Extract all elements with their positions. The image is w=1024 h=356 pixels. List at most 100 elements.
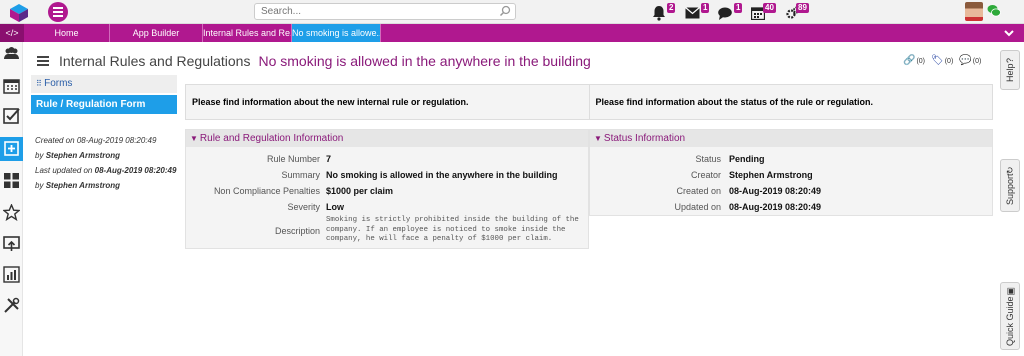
field-label: Created on	[676, 186, 721, 196]
icon-sidebar	[0, 42, 23, 356]
grid-small-icon: ⠿	[36, 79, 45, 88]
by-label: by	[35, 151, 44, 160]
notification-count: 1	[701, 3, 710, 13]
quick-guide-tab[interactable]: Quick Guide ▣	[1000, 282, 1020, 350]
page-title-bar: Internal Rules and Regulations No smokin…	[37, 51, 591, 71]
link-icon: 🔗	[903, 55, 916, 66]
updated-label: Last updated on	[35, 166, 93, 175]
form-item-rule-regulation[interactable]: Rule / Regulation Form	[31, 95, 177, 114]
status-section-title: Status Information	[603, 133, 686, 144]
help-tab[interactable]: Help ?	[1000, 50, 1020, 90]
tab-rule-record[interactable]: No smoking is allowe...	[292, 24, 381, 42]
rule-section-title: Rule and Regulation Information	[199, 133, 344, 144]
star-icon[interactable]	[3, 204, 20, 221]
notification-calendar[interactable]: 40	[751, 3, 781, 21]
notification-count: 89	[796, 3, 809, 13]
tags-count: (0)	[944, 58, 954, 65]
code-icon[interactable]: </>	[0, 24, 24, 42]
field-label: Status	[695, 154, 721, 164]
record-meta: Created on 08-Aug-2019 08:20:49 by Steph…	[35, 133, 176, 193]
created-on-value: 08-Aug-2019 08:20:49	[729, 186, 822, 196]
comments-count: (0)	[972, 58, 982, 65]
upload-screen-icon[interactable]	[3, 236, 20, 253]
forms-panel: ⠿ Forms Rule / Regulation Form	[31, 75, 177, 114]
app-logo-icon[interactable]	[9, 3, 29, 23]
notice-left: Please find information about the new in…	[192, 97, 469, 107]
rule-section-header[interactable]: ▼ Rule and Regulation Information	[186, 130, 588, 147]
notification-count: 1	[734, 3, 743, 13]
links-count: (0)	[916, 58, 926, 65]
tab-internal-rules[interactable]: Internal Rules and Re...	[203, 24, 292, 42]
collapse-triangle-icon: ▼	[594, 134, 602, 143]
envelope-icon	[685, 7, 700, 19]
support-tab[interactable]: Support ↻	[1000, 159, 1020, 212]
help-tab-label: Help	[1005, 63, 1015, 82]
sidebar-item-create[interactable]	[0, 137, 23, 161]
page-title: Internal Rules and Regulations	[59, 53, 251, 69]
rule-number-value: 7	[326, 154, 332, 164]
field-label: Severity	[287, 202, 320, 212]
users-icon[interactable]	[3, 45, 20, 62]
notice-right: Please find information about the status…	[588, 85, 993, 119]
created-label: Created on	[35, 136, 75, 145]
calendar-icon[interactable]	[3, 77, 20, 94]
info-notice: Please find information about the new in…	[185, 84, 993, 120]
plus-square-icon	[4, 141, 19, 156]
summary-value: No smoking is allowed in the anywhere in…	[326, 170, 558, 180]
right-side-tabs: Help ? Support ↻ Quick Guide ▣	[1000, 42, 1024, 356]
hamburger-menu-icon[interactable]	[37, 56, 49, 66]
bar-chart-icon[interactable]	[3, 266, 20, 283]
field-label: Updated on	[674, 202, 721, 212]
record-title: No smoking is allowed in the anywhere in…	[258, 53, 591, 69]
notification-chat[interactable]: 1	[718, 3, 746, 21]
grid-icon[interactable]	[3, 172, 20, 189]
tabs-bar: </> Home App Builder Internal Rules and …	[0, 24, 1024, 42]
tab-home[interactable]: Home	[24, 24, 110, 42]
status-value: Pending	[729, 154, 765, 164]
updated-on-value: 08-Aug-2019 08:20:49	[729, 202, 822, 212]
created-by: Stephen Armstrong	[45, 151, 121, 160]
updated-by: Stephen Armstrong	[45, 181, 121, 190]
search-input[interactable]	[254, 3, 516, 20]
search-icon[interactable]	[499, 5, 511, 17]
bell-icon	[653, 6, 665, 21]
comment-icon: 💬	[959, 55, 972, 66]
user-avatar[interactable]	[965, 2, 983, 21]
forms-header[interactable]: ⠿ Forms	[31, 75, 177, 93]
field-label: Description	[274, 226, 320, 236]
notification-bell[interactable]: 2	[652, 3, 680, 21]
comments-action[interactable]: 💬(0)	[959, 55, 981, 66]
notification-tasks[interactable]: 89	[786, 3, 816, 21]
tools-icon[interactable]	[3, 297, 20, 314]
notification-count: 2	[667, 3, 676, 13]
collapse-triangle-icon: ▼	[190, 134, 198, 143]
field-label: Creator	[690, 170, 721, 180]
chevron-down-icon[interactable]	[1003, 27, 1015, 39]
top-bar: 2 1 1 40 89	[0, 0, 1024, 24]
creator-value: Stephen Armstrong	[729, 170, 813, 180]
field-label: Rule Number	[266, 154, 320, 164]
quick-guide-tab-label: Quick Guide	[1005, 296, 1015, 346]
updated-date: 08-Aug-2019 08:20:49	[94, 166, 177, 175]
record-actions: 🔗(0) 🏷(0) 💬(0)	[903, 55, 981, 66]
chat-bubble-icon	[718, 7, 732, 20]
tags-action[interactable]: 🏷(0)	[931, 55, 953, 66]
links-action[interactable]: 🔗(0)	[903, 55, 925, 66]
tab-app-builder[interactable]: App Builder	[110, 24, 203, 42]
forms-header-label: Forms	[44, 78, 73, 89]
tags-icon: 🏷	[931, 55, 944, 66]
main-menu-button[interactable]	[48, 2, 68, 22]
penalties-value: $1000 per claim	[326, 186, 394, 196]
chat-icon[interactable]	[987, 4, 1001, 18]
notification-mail[interactable]: 1	[685, 3, 713, 21]
rule-info-section: ▼ Rule and Regulation Information Rule Nu…	[185, 129, 589, 249]
support-tab-label: Support	[1005, 173, 1015, 206]
by-label: by	[35, 181, 44, 190]
notification-count: 40	[763, 3, 776, 13]
field-label: Non Compliance Penalties	[213, 186, 320, 196]
checkbox-icon[interactable]	[3, 107, 20, 124]
status-section-header[interactable]: ▼ Status Information	[590, 130, 992, 147]
description-value: Smoking is strictly prohibited inside th…	[326, 216, 579, 243]
field-label: Summary	[281, 170, 320, 180]
status-info-section: ▼ Status Information Status Pending Creat…	[589, 129, 993, 216]
